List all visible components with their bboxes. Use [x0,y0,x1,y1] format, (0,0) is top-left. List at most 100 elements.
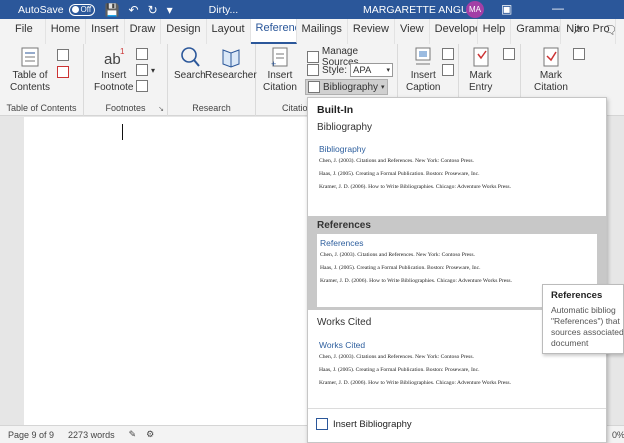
next-footnote-icon [136,64,148,76]
user-name[interactable]: MARGARETTE ANGULO [363,4,483,16]
group-footnotes: ab 1 Insert Footnote ▾ Footnotes ↘ [84,44,168,116]
redo-icon[interactable]: ↻ [148,3,158,17]
tab-help[interactable]: Help [478,19,512,44]
insert-bibliography-label: Insert Bibliography [333,418,412,430]
preview-heading: References [320,238,364,248]
table-of-contents-button[interactable]: Table of Contents [10,46,50,94]
dropdown-header: Built-In [317,104,354,116]
minimize-icon[interactable]: — [552,1,564,15]
accessibility-icon[interactable]: ⚙ [146,429,154,440]
footnote-label-2: Footnote [94,82,134,93]
tab-references[interactable]: References [250,19,297,44]
bibliography-dropdown: Built-In Bibliography Bibliography Chen,… [307,97,607,443]
insert-index-button[interactable] [503,48,518,60]
manage-sources-icon [307,51,319,63]
share-icon[interactable]: ↗ [572,23,582,37]
page-count[interactable]: Page 9 of 9 [8,430,54,440]
gallery-title-bibliography: Bibliography [317,121,373,133]
quick-access-toolbar: 💾 ↶ ↻ ▾ [105,3,173,17]
update-figures-button[interactable] [442,64,457,76]
insert-footnote-button[interactable]: ab 1 Insert Footnote [94,46,133,94]
style-icon [307,64,319,76]
dialog-launcher-icon[interactable]: ↘ [158,105,164,113]
add-text-button[interactable] [57,49,72,61]
preview-line: Haas, J. (2005). Creating a Formal Publi… [319,367,480,373]
search-button[interactable]: Search [174,46,206,82]
next-footnote-button[interactable]: ▾ [136,64,155,76]
update-table-button[interactable] [57,66,72,78]
preview-line: Chen, J. (2003). Citations and Reference… [320,252,475,258]
preview-heading: Bibliography [319,144,366,154]
undo-icon[interactable]: ↶ [129,3,139,17]
update-figures-icon [442,64,454,76]
tooltip-line: Automatic bibliog [551,305,616,315]
footnote-label-1: Insert [101,70,127,81]
show-notes-icon [136,80,148,92]
insert-table-of-figures-button[interactable] [442,48,457,60]
style-selector[interactable]: Style: APA ▾ [307,63,394,77]
proofing-icon[interactable]: ✎ [129,429,137,440]
researcher-label: Researcher [205,70,257,81]
tooltip-title: References [551,290,603,301]
avatar[interactable]: MA [466,1,484,18]
tab-file[interactable]: File [0,19,46,44]
tab-developer[interactable]: Developer [430,19,478,44]
mark-citation-button[interactable]: Mark Citation [534,46,568,94]
insert-caption-button[interactable]: Insert Caption [406,46,440,94]
preview-line: Chen, J. (2003). Citations and Reference… [319,158,474,164]
gallery-item-bibliography[interactable]: Bibliography Bibliography Chen, J. (2003… [308,118,606,201]
tab-view[interactable]: View [395,19,430,44]
insert-citation-label-2: Citation [263,82,297,93]
insert-caption-icon [412,46,434,68]
document-name[interactable]: Dirty... [209,4,239,16]
mark-entry-label-2: Entry [469,82,493,93]
tab-draw[interactable]: Draw [125,19,162,44]
gallery-title-references: References [317,219,371,231]
mark-entry-icon [470,46,492,68]
tab-mailings[interactable]: Mailings [297,19,348,44]
dropdown-separator [308,408,606,409]
group-research: Search Researcher Research [168,44,257,116]
tooltip-line: sources associated [551,327,624,337]
search-icon [179,46,201,68]
tab-layout[interactable]: Layout [207,19,251,44]
tab-insert[interactable]: Insert [86,19,125,44]
insert-table-of-authorities-button[interactable] [573,48,588,60]
chevron-down-icon: ▾ [386,67,391,74]
tab-developer-label: Developer [434,23,477,35]
mark-citation-icon [540,46,562,68]
tab-design[interactable]: Design [161,19,207,44]
insert-citation-button[interactable]: + Insert Citation [263,46,297,94]
save-icon[interactable]: 💾 [105,3,120,17]
customize-qat-icon[interactable]: ▾ [167,3,173,17]
mark-citation-label-2: Citation [534,82,568,93]
bibliography-button[interactable]: Bibliography ▾ [305,79,388,95]
chevron-down-icon: ▾ [151,65,156,75]
tab-home[interactable]: Home [46,19,87,44]
comment-icon[interactable]: 🗨 [602,23,617,37]
tab-grammarly[interactable]: Grammarly [511,19,562,44]
zoom-level[interactable]: 0% [612,430,624,440]
svg-text:+: + [271,59,276,68]
ribbon-display-options-icon[interactable]: ▣ [501,2,512,16]
insert-endnote-button[interactable] [136,48,151,60]
autosave-toggle[interactable]: Off [68,3,95,16]
group-label-footnotes: Footnotes [105,103,146,113]
show-notes-button[interactable] [136,80,151,92]
researcher-button[interactable]: Researcher [205,46,257,82]
preview-line: Haas, J. (2005). Creating a Formal Publi… [319,171,480,177]
word-count[interactable]: 2273 words [68,430,115,440]
preview-line: Kramer, J. D. (2006). How to Write Bibli… [319,184,512,190]
bibliography-label: Bibliography [323,81,379,93]
group-label-research: Research [192,103,231,113]
mark-citation-label-1: Mark [539,70,563,81]
mark-entry-button[interactable]: Mark Entry [469,46,492,94]
preview-line: Chen, J. (2003). Citations and Reference… [319,354,474,360]
insert-bibliography-item[interactable]: Insert Bibliography [316,418,412,430]
tab-review[interactable]: Review [348,19,395,44]
text-cursor [122,124,123,140]
endnote-icon [136,48,148,60]
style-dropdown[interactable]: APA ▾ [350,63,394,77]
preview-line: Kramer, J. D. (2006). How to Write Bibli… [319,380,512,386]
search-label: Search [174,70,206,81]
